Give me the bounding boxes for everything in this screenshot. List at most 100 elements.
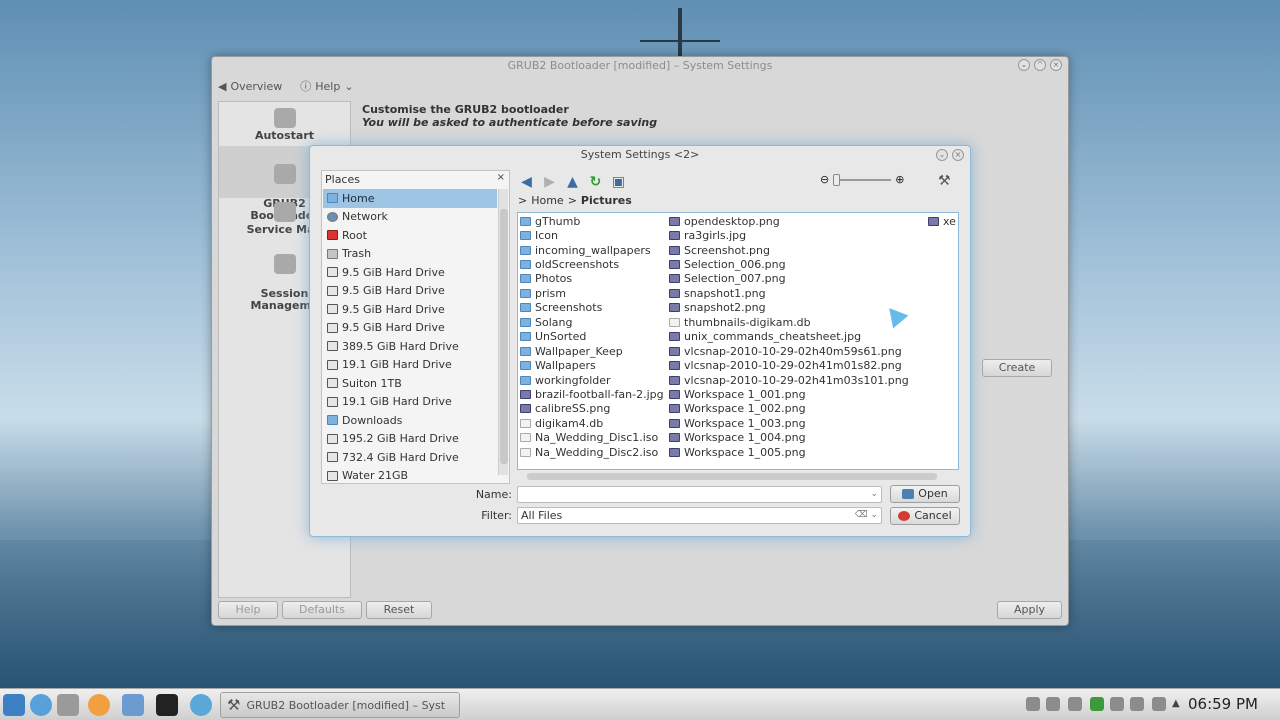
breadcrumb-home[interactable]: Home <box>531 194 563 207</box>
place-item[interactable]: Home <box>323 189 497 208</box>
konqueror-icon[interactable] <box>30 694 52 716</box>
file-item[interactable]: thumbnails-digikam.db <box>669 315 909 329</box>
place-item[interactable]: 19.1 GiB Hard Drive <box>323 393 497 412</box>
file-list-horizontal-scrollbar[interactable] <box>517 471 959 481</box>
file-item[interactable]: Screenshots <box>520 301 664 315</box>
open-button[interactable]: Open <box>890 485 960 503</box>
places-scrollbar[interactable] <box>498 189 508 475</box>
file-item[interactable]: UnSorted <box>520 330 664 344</box>
close-button[interactable]: × <box>1050 59 1062 71</box>
forward-arrow-icon[interactable]: ▶ <box>541 174 558 190</box>
clock[interactable]: 06:59 PM <box>1188 695 1258 713</box>
tray-power-icon[interactable] <box>1090 697 1104 711</box>
place-item[interactable]: Trash <box>323 245 497 264</box>
file-item[interactable]: Photos <box>520 272 664 286</box>
file-item[interactable]: Wallpapers <box>520 358 664 372</box>
reload-icon[interactable]: ↻ <box>587 174 604 190</box>
place-item[interactable]: Suiton 1TB <box>323 374 497 393</box>
file-item[interactable]: gThumb <box>520 214 664 228</box>
tray-network-icon[interactable] <box>1152 697 1166 711</box>
file-item[interactable]: vlcsnap-2010-10-29-02h41m01s82.png <box>669 358 909 372</box>
firefox-icon[interactable] <box>88 694 110 716</box>
file-item[interactable]: Workspace 1_001.png <box>669 387 909 401</box>
file-item[interactable]: ra3girls.jpg <box>669 228 909 242</box>
file-item[interactable]: snapshot1.png <box>669 286 909 300</box>
place-item[interactable]: Root <box>323 226 497 245</box>
apply-button[interactable]: Apply <box>997 601 1062 619</box>
place-item[interactable]: 9.5 GiB Hard Drive <box>323 282 497 301</box>
file-item[interactable]: workingfolder <box>520 373 664 387</box>
file-item[interactable]: Icon <box>520 228 664 242</box>
file-item[interactable]: opendesktop.png <box>669 214 909 228</box>
place-item[interactable]: 195.2 GiB Hard Drive <box>323 430 497 449</box>
file-item[interactable]: Selection_007.png <box>669 272 909 286</box>
zoom-out-icon[interactable]: ⊖ <box>820 173 829 186</box>
place-item[interactable]: 19.1 GiB Hard Drive <box>323 356 497 375</box>
dialog-close-button[interactable]: × <box>952 149 964 161</box>
preview-icon[interactable]: ▣ <box>610 174 627 190</box>
file-item[interactable]: prism <box>520 286 664 300</box>
file-item[interactable]: vlcsnap-2010-10-29-02h40m59s61.png <box>669 344 909 358</box>
minimize-button[interactable]: ⌄ <box>1018 59 1030 71</box>
breadcrumb-current[interactable]: Pictures <box>581 194 632 207</box>
trash-icon[interactable] <box>57 694 79 716</box>
tray-tools-icon[interactable] <box>1110 697 1124 711</box>
help-button[interactable]: Help <box>218 601 278 619</box>
zoom-in-icon[interactable]: ⊕ <box>895 173 904 186</box>
file-item[interactable]: Workspace 1_003.png <box>669 416 909 430</box>
filter-combo[interactable]: All Files ⌫ ⌄ <box>517 507 882 524</box>
defaults-button[interactable]: Defaults <box>282 601 362 619</box>
file-manager-icon[interactable] <box>122 694 144 716</box>
name-input[interactable]: ⌄ <box>517 486 882 503</box>
chevron-down-icon[interactable]: ⌄ <box>870 487 878 502</box>
help-menu-button[interactable]: ⓘ Help ⌄ <box>300 78 353 94</box>
close-icon[interactable]: × <box>497 172 505 183</box>
overview-button[interactable]: ◀ Overview <box>218 80 282 93</box>
create-button[interactable]: Create <box>982 359 1052 377</box>
clear-and-dropdown-icon[interactable]: ⌫ ⌄ <box>855 508 878 523</box>
horizontal-scrollbar-thumb[interactable] <box>527 473 937 480</box>
file-item[interactable]: incoming_wallpapers <box>520 243 664 257</box>
tray-updates-icon[interactable] <box>1068 697 1082 711</box>
place-item[interactable]: 389.5 GiB Hard Drive <box>323 337 497 356</box>
system-settings-icon[interactable] <box>190 694 212 716</box>
maximize-button[interactable]: ^ <box>1034 59 1046 71</box>
file-item[interactable]: vlcsnap-2010-10-29-02h41m03s101.png <box>669 373 909 387</box>
place-item[interactable]: Water 21GB <box>323 467 497 486</box>
file-item[interactable]: brazil-football-fan-2.jpg <box>520 387 664 401</box>
taskbar-task-grub2[interactable]: ⚒ GRUB2 Bootloader [modified] – Syst <box>220 692 460 718</box>
file-item[interactable]: unix_commands_cheatsheet.jpg <box>669 330 909 344</box>
file-item[interactable]: Screenshot.png <box>669 243 909 257</box>
file-item[interactable]: digikam4.db <box>520 416 664 430</box>
file-item[interactable]: snapshot2.png <box>669 301 909 315</box>
place-item[interactable]: Downloads <box>323 411 497 430</box>
file-item[interactable]: Solang <box>520 315 664 329</box>
places-scrollbar-thumb[interactable] <box>500 209 508 464</box>
kde-menu-icon[interactable] <box>3 694 25 716</box>
cancel-button[interactable]: Cancel <box>890 507 960 525</box>
file-item[interactable]: Workspace 1_005.png <box>669 445 909 459</box>
file-item[interactable]: Selection_006.png <box>669 257 909 271</box>
tray-info-icon[interactable] <box>1026 697 1040 711</box>
file-item[interactable]: xe <box>928 214 956 228</box>
file-item[interactable]: Wallpaper_Keep <box>520 344 664 358</box>
reset-button[interactable]: Reset <box>366 601 432 619</box>
tray-expand-icon[interactable]: ▲ <box>1172 697 1182 711</box>
file-item[interactable]: Na_Wedding_Disc1.iso <box>520 431 664 445</box>
place-item[interactable]: Network <box>323 208 497 227</box>
zoom-slider-handle[interactable] <box>833 173 841 186</box>
sidebar-item-autostart[interactable]: Autostart <box>219 108 350 142</box>
tray-disk-icon[interactable] <box>1046 697 1060 711</box>
place-item[interactable]: 9.5 GiB Hard Drive <box>323 300 497 319</box>
place-item[interactable]: 732.4 GiB Hard Drive <box>323 448 497 467</box>
dialog-minimize-button[interactable]: ⌄ <box>936 149 948 161</box>
place-item[interactable]: 9.5 GiB Hard Drive <box>323 263 497 282</box>
place-item[interactable]: 9.5 GiB Hard Drive <box>323 319 497 338</box>
back-arrow-icon[interactable]: ◀ <box>518 174 535 190</box>
file-item[interactable]: Workspace 1_004.png <box>669 431 909 445</box>
file-item[interactable]: Na_Wedding_Disc2.iso <box>520 445 664 459</box>
zoom-slider[interactable] <box>833 173 892 186</box>
options-wrench-icon[interactable]: ⚒ <box>938 173 951 189</box>
terminal-icon[interactable] <box>156 694 178 716</box>
file-item[interactable]: calibreSS.png <box>520 402 664 416</box>
